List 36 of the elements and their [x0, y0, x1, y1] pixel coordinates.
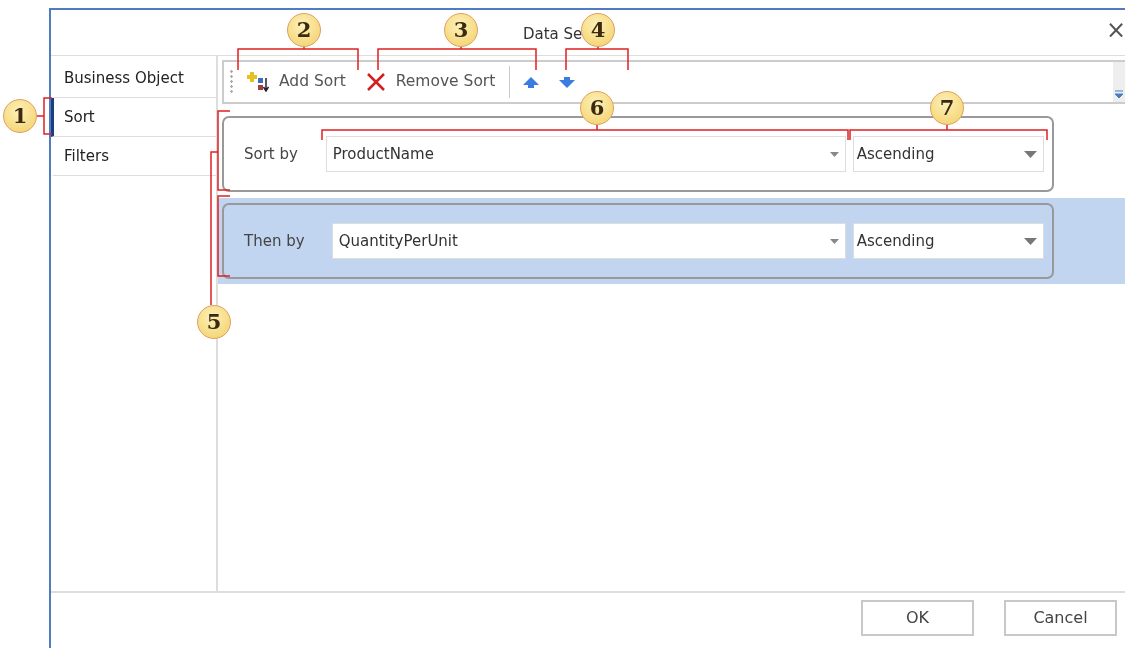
sidebar-item[interactable]: Filters: [51, 137, 216, 177]
arrow-up-icon: [522, 75, 541, 89]
close-icon: [365, 72, 386, 93]
order-dropdown[interactable]: Ascending: [852, 223, 1044, 260]
sort-row[interactable]: Then by QuantityPerUnit Ascending: [218, 198, 1125, 285]
callout-number: 4: [581, 13, 615, 47]
remove-sort-button[interactable]: Remove Sort: [357, 68, 504, 96]
add-sort-button[interactable]: Add Sort: [239, 68, 354, 96]
caret-icon: [1024, 237, 1037, 245]
ok-button[interactable]: OK: [861, 600, 974, 636]
gripper-icon: [230, 69, 233, 96]
callout-number: 6: [580, 91, 614, 125]
callout-number: 1: [3, 99, 37, 133]
callout-bracket: [565, 46, 629, 71]
sort-label: Sort by: [244, 143, 299, 165]
close-button[interactable]: ×: [1104, 16, 1125, 44]
sidebar-item[interactable]: Sort: [51, 98, 216, 138]
overflow-button[interactable]: [1113, 62, 1125, 103]
caret-icon: [829, 238, 839, 244]
callout-number: 7: [930, 91, 964, 125]
window-title: Data Se: [523, 24, 583, 45]
callout-number: 2: [287, 13, 321, 47]
caret-icon: [829, 151, 839, 157]
arrow-down-icon: [558, 75, 577, 89]
field-dropdown[interactable]: QuantityPerUnit: [331, 223, 846, 260]
sidebar-item[interactable]: Business Object: [51, 59, 216, 99]
sort-add-icon: [247, 72, 269, 93]
callout-bracket: [36, 97, 53, 135]
callout-number: 3: [444, 13, 478, 47]
order-dropdown[interactable]: Ascending: [852, 136, 1044, 173]
overflow-icon: [1114, 90, 1124, 99]
sort-label: Then by: [244, 230, 306, 252]
cancel-button[interactable]: Cancel: [1004, 600, 1117, 636]
field-dropdown[interactable]: ProductName: [325, 136, 846, 173]
callout-number: 5: [197, 305, 231, 339]
caret-icon: [1024, 150, 1037, 158]
